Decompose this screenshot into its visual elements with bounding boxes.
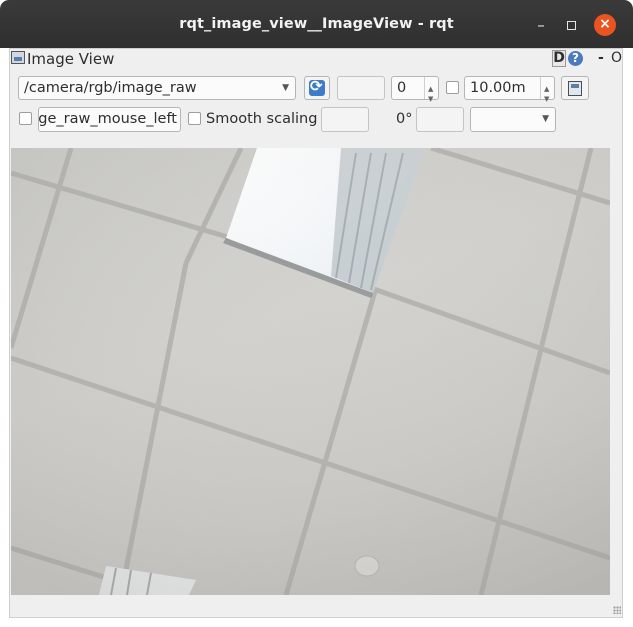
plugin-header: Image View D ? - O — [11, 50, 623, 68]
smooth-scaling-checkbox[interactable] — [188, 112, 201, 125]
status-bar — [11, 595, 610, 617]
close-icon: × — [599, 16, 611, 32]
image-display[interactable] — [11, 148, 610, 595]
minimize-plugin-button[interactable]: - — [598, 50, 604, 67]
topic-value: /camera/rgb/image_raw — [24, 80, 197, 96]
maximize-button[interactable] — [560, 14, 582, 36]
topic-select[interactable]: /camera/rgb/image_raw ▼ — [18, 76, 296, 100]
resize-grip-icon[interactable] — [613, 606, 621, 614]
camera-frame — [11, 148, 610, 595]
publish-mouse-checkbox[interactable] — [19, 112, 32, 125]
rate-checkbox[interactable] — [446, 81, 459, 94]
spin-arrows[interactable]: ▲ ▼ — [424, 77, 438, 103]
rotate-right-button[interactable] — [416, 107, 464, 132]
minimize-icon: – — [537, 16, 545, 34]
plugin-title: Image View — [27, 50, 115, 68]
rate-spinbox[interactable]: 10.00m ▲ ▼ — [464, 76, 555, 103]
close-button[interactable]: × — [594, 14, 616, 36]
window-titlebar[interactable]: rqt_image_view__ImageView - rqt – × — [0, 0, 633, 48]
spin-arrows[interactable]: ▲ ▼ — [540, 77, 554, 103]
image-view-icon — [11, 51, 25, 64]
save-icon — [568, 81, 582, 96]
mouse-topic-value: image_raw_mouse_left — [38, 111, 177, 127]
minimize-button[interactable]: – — [530, 14, 552, 36]
close-plugin-button[interactable]: O — [611, 50, 622, 67]
color-scheme-select[interactable]: ▼ — [470, 107, 556, 132]
chevron-down-icon: ▼ — [542, 114, 549, 124]
mouse-topic-input[interactable]: image_raw_mouse_left — [38, 107, 181, 132]
refresh-topics-button[interactable] — [304, 76, 330, 100]
smooth-scaling-label: Smooth scaling — [206, 111, 318, 127]
chevron-down-icon: ▼ — [282, 83, 289, 93]
offset-spinbox[interactable]: 0 ▲ ▼ — [391, 76, 439, 103]
offset-value: 0 — [397, 80, 407, 96]
save-image-button[interactable] — [561, 76, 589, 100]
rotate-left-button[interactable] — [321, 107, 369, 132]
zoom-field[interactable] — [337, 76, 385, 100]
help-icon[interactable]: ? — [568, 51, 583, 66]
rotation-label: 0° — [396, 111, 413, 127]
dock-button[interactable]: D — [552, 50, 566, 67]
rate-value: 10.00m — [470, 80, 526, 96]
refresh-icon — [309, 77, 325, 96]
maximize-icon — [566, 21, 576, 30]
